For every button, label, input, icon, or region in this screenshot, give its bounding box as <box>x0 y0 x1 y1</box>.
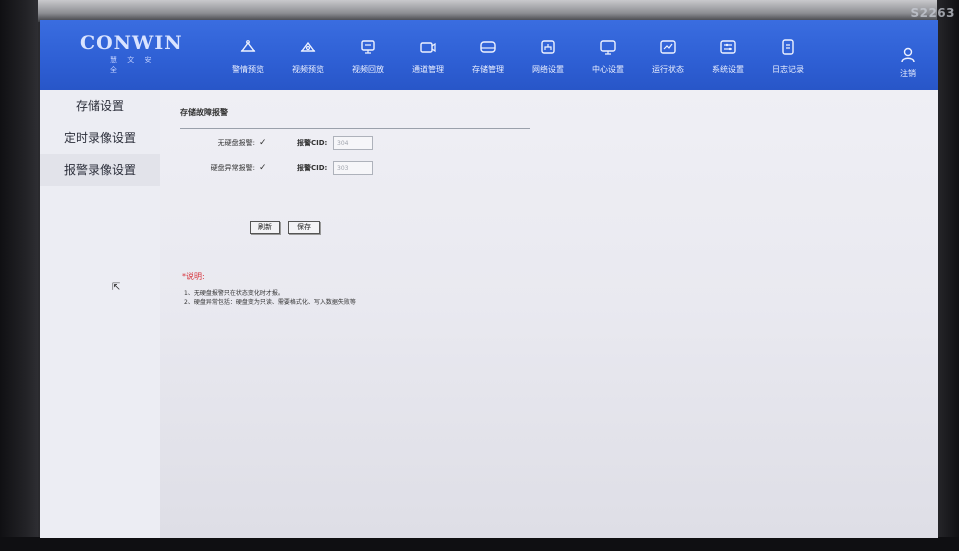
sidebar-item-storage-settings[interactable]: 存储设置 <box>40 90 160 122</box>
monitor-bezel-bottom <box>0 537 959 551</box>
top-navigation-bar: CONWIN 慧 文 安 全 警情预览 视频预览 视频回放 通道管理 存储管理 … <box>40 20 938 90</box>
disk-error-alarm-row: 硬盘异常报警: ✓ 报警CID: 303 <box>180 158 373 178</box>
brand-logo: CONWIN 慧 文 安 全 <box>80 32 183 75</box>
sidebar-item-alarm-recording[interactable]: 报警录像设置 <box>40 154 160 186</box>
sidebar: 存储设置 定时录像设置 报警录像设置 <box>40 90 160 538</box>
nav-item-alarm-preview[interactable]: 警情预览 <box>218 20 278 90</box>
storage-icon <box>479 38 497 56</box>
main-content: 存储故障报警 无硬盘报警: ✓ 报警CID: 304 硬盘异常报警: ✓ 报警C… <box>160 90 938 538</box>
no-disk-cid-label: 报警CID: <box>297 139 328 147</box>
nav-label: 存储管理 <box>472 65 504 74</box>
nav-item-channel-management[interactable]: 通道管理 <box>398 20 458 90</box>
nav-label: 警情预览 <box>232 65 264 74</box>
main-nav: 警情预览 视频预览 视频回放 通道管理 存储管理 网络设置 中心设置 运行状态 … <box>218 20 818 90</box>
no-disk-cid-input[interactable]: 304 <box>333 136 373 150</box>
disk-error-cid-input[interactable]: 303 <box>333 161 373 175</box>
disk-error-cid-label: 报警CID: <box>297 164 328 172</box>
network-icon <box>539 38 557 56</box>
monitor-bezel-right <box>937 0 959 551</box>
system-icon <box>719 38 737 56</box>
nav-item-storage-management[interactable]: 存储管理 <box>458 20 518 90</box>
disk-error-alarm-label: 硬盘异常报警: <box>210 164 255 172</box>
monitor-icon <box>599 38 617 56</box>
monitor-model-mark: S2263 <box>910 6 955 20</box>
note-line: 2、硬盘异常包括：硬盘变为只读、需要格式化、写入数据失败等 <box>184 299 356 306</box>
sidebar-item-scheduled-recording[interactable]: 定时录像设置 <box>40 122 160 154</box>
save-button[interactable]: 保存 <box>288 221 320 234</box>
channel-icon <box>419 38 437 56</box>
nav-label: 日志记录 <box>772 65 804 74</box>
nav-item-network-settings[interactable]: 网络设置 <box>518 20 578 90</box>
playback-icon <box>359 38 377 56</box>
no-disk-alarm-checkbox[interactable]: ✓ <box>259 138 269 148</box>
nav-item-log-records[interactable]: 日志记录 <box>758 20 818 90</box>
nav-item-video-preview[interactable]: 视频预览 <box>278 20 338 90</box>
nav-label: 视频预览 <box>292 65 324 74</box>
note-title: *说明: <box>182 272 205 281</box>
monitor-bezel-left <box>0 0 38 551</box>
logout-label: 注销 <box>900 69 916 78</box>
disk-error-alarm-checkbox[interactable]: ✓ <box>259 163 269 173</box>
log-icon <box>779 38 797 56</box>
section-title: 存储故障报警 <box>180 108 228 117</box>
nav-label: 网络设置 <box>532 65 564 74</box>
camera-icon <box>299 38 317 56</box>
nav-label: 运行状态 <box>652 65 684 74</box>
no-disk-alarm-row: 无硬盘报警: ✓ 报警CID: 304 <box>180 133 373 153</box>
monitor-bezel-top <box>0 0 959 22</box>
refresh-button[interactable]: 刷新 <box>250 221 280 234</box>
nav-item-running-status[interactable]: 运行状态 <box>638 20 698 90</box>
nav-item-center-settings[interactable]: 中心设置 <box>578 20 638 90</box>
status-icon <box>659 38 677 56</box>
nav-label: 中心设置 <box>592 65 624 74</box>
no-disk-alarm-label: 无硬盘报警: <box>217 139 255 147</box>
nav-item-system-settings[interactable]: 系统设置 <box>698 20 758 90</box>
brand-subtitle: 慧 文 安 全 <box>110 56 156 74</box>
user-icon <box>899 46 917 64</box>
sidebar-item-label: 报警录像设置 <box>63 163 136 177</box>
logout-button[interactable]: 注销 <box>888 20 928 90</box>
note-line: 1、无硬盘报警只在状态变化时才报。 <box>184 290 284 297</box>
brand-name: CONWIN <box>80 32 183 54</box>
nav-label: 通道管理 <box>412 65 444 74</box>
nav-label: 视频回放 <box>352 65 384 74</box>
nav-label: 系统设置 <box>712 65 744 74</box>
sidebar-item-label: 存储设置 <box>75 99 124 113</box>
nav-item-video-playback[interactable]: 视频回放 <box>338 20 398 90</box>
bell-icon <box>239 38 257 56</box>
section-divider <box>180 128 530 129</box>
mouse-cursor-icon: ⇱ <box>112 282 121 293</box>
sidebar-item-label: 定时录像设置 <box>63 131 136 145</box>
app-screen: CONWIN 慧 文 安 全 警情预览 视频预览 视频回放 通道管理 存储管理 … <box>40 20 938 538</box>
